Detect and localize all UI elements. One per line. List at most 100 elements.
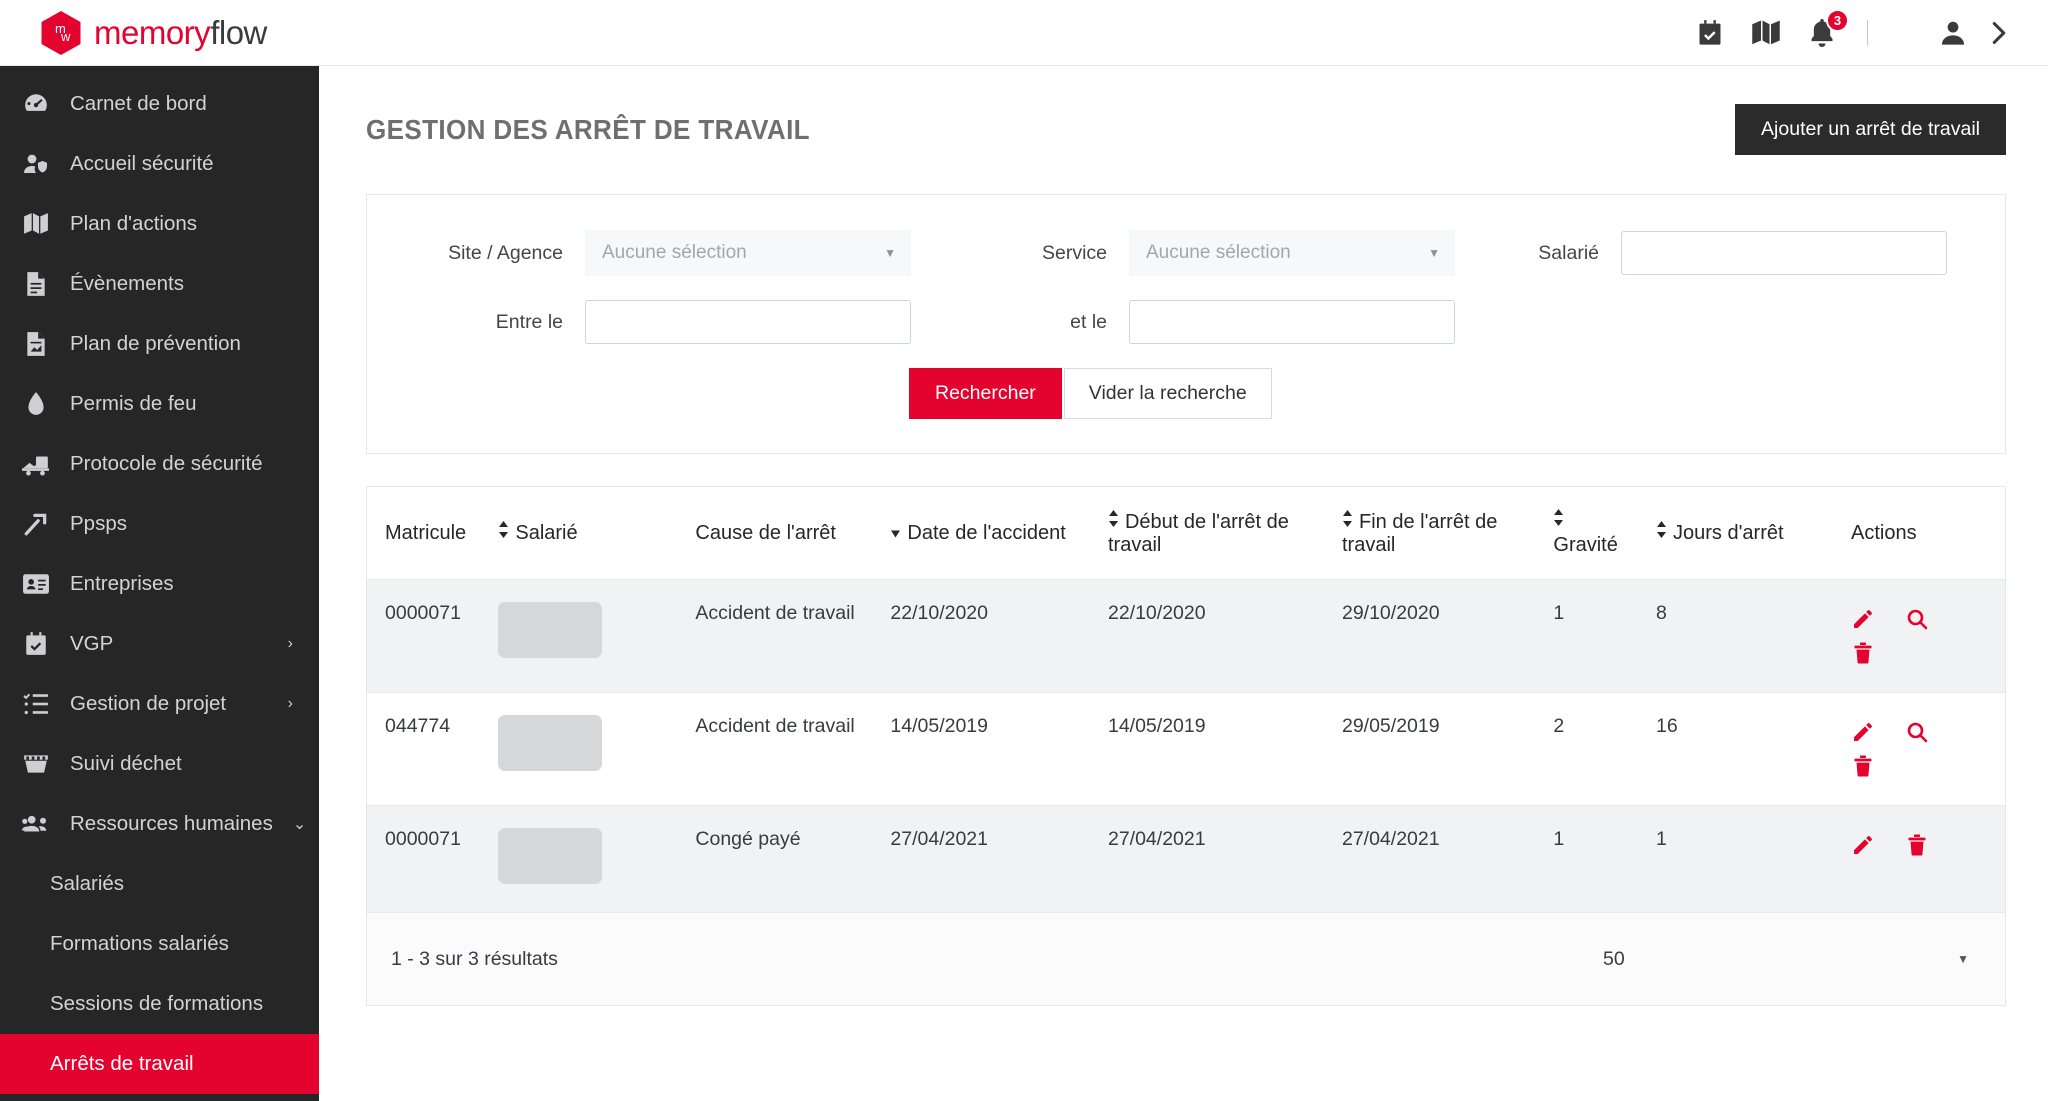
sidebar-item-protocole-de-securite[interactable]: Protocole de sécurité	[0, 434, 319, 494]
top-bar-divider	[1867, 19, 1868, 46]
col-debut-arret[interactable]: Début de l'arrêt de travail	[1107, 487, 1342, 580]
col-gravite[interactable]: Gravité	[1553, 487, 1657, 580]
col-salarie[interactable]: Salarié	[498, 487, 696, 580]
page-size-select[interactable]: 50 ▼	[1585, 939, 1975, 979]
brand-logo[interactable]: m w memoryflow	[0, 10, 267, 56]
col-jours-arret[interactable]: Jours d'arrêt	[1656, 487, 1852, 580]
clear-search-button[interactable]: Vider la recherche	[1063, 368, 1272, 419]
search-button[interactable]: Rechercher	[909, 368, 1062, 419]
sort-both-icon	[1108, 509, 1121, 533]
col-debut-arret-label: Début de l'arrêt de travail	[1107, 510, 1289, 556]
cell-cause: Congé payé	[695, 805, 891, 913]
col-actions-label: Actions	[1851, 521, 1917, 544]
sidebar-item-permis-de-feu[interactable]: Permis de feu	[0, 374, 319, 434]
chevron-down-icon: ▼	[884, 246, 896, 260]
date-to-input[interactable]	[1129, 300, 1455, 344]
col-fin-arret[interactable]: Fin de l'arrêt de travail	[1341, 487, 1554, 580]
site-agence-select[interactable]: Aucune sélection ▼	[585, 230, 911, 276]
delete-icon[interactable]	[1851, 636, 1875, 670]
sidebar-item-entreprises[interactable]: Entreprises	[0, 554, 319, 614]
hammer-icon	[22, 511, 50, 537]
sidebar-subitem-label: Formations salariés	[50, 932, 229, 955]
sidebar-item-sessions-de-formations[interactable]: Sessions de formations	[0, 974, 319, 1034]
delete-icon[interactable]	[1905, 828, 1929, 862]
et-le-label: et le	[1070, 310, 1107, 333]
user-menu[interactable]	[1938, 18, 2014, 48]
svg-text:w: w	[60, 29, 71, 44]
cell-actions	[1851, 579, 2005, 693]
sidebar-item-arrets-de-travail[interactable]: Arrêts de travail	[0, 1034, 319, 1094]
chevron-right-icon[interactable]	[1984, 18, 2014, 48]
sidebar-item-accueil-securite[interactable]: Accueil sécurité	[0, 134, 319, 194]
col-cause[interactable]: Cause de l'arrêt	[695, 487, 891, 580]
sidebar-item-evenements[interactable]: Évènements	[0, 254, 319, 314]
col-gravite-label: Gravité	[1553, 534, 1618, 556]
sidebar-item-plan-dactions[interactable]: Plan d'actions	[0, 194, 319, 254]
map-icon[interactable]	[1751, 18, 1781, 48]
table-head: Matricule Salarié Cause de l'arrêt Date …	[367, 487, 2005, 580]
sidebar-item-carnet-de-bord[interactable]: Carnet de bord	[0, 74, 319, 134]
cell-jours-arret: 1	[1656, 805, 1852, 913]
chevron-right-icon: ›	[287, 695, 293, 712]
table-row[interactable]: 044774 Accident de travail 14/05/2019 14…	[367, 692, 2005, 806]
col-date-accident[interactable]: Date de l'accident	[890, 487, 1108, 580]
sidebar-item-label: Évènements	[70, 272, 184, 295]
service-label: Service	[1041, 241, 1107, 264]
sidebar-item-vgp[interactable]: VGP ›	[0, 614, 319, 674]
service-select[interactable]: Aucune sélection ▼	[1129, 230, 1455, 276]
cell-salarie	[498, 805, 696, 913]
col-date-accident-label: Date de l'accident	[907, 522, 1066, 544]
cell-matricule: 044774	[367, 692, 499, 806]
brand-name-part2: flow	[210, 13, 267, 51]
sidebar-item-salaries[interactable]: Salariés	[0, 854, 319, 914]
salarie-input[interactable]	[1621, 231, 1947, 275]
document-icon	[22, 271, 50, 297]
sidebar-item-gestion-de-projet[interactable]: Gestion de projet ›	[0, 674, 319, 734]
delete-icon[interactable]	[1851, 749, 1875, 783]
user-icon[interactable]	[1938, 18, 1968, 48]
sidebar-item-ppsps[interactable]: Ppsps	[0, 494, 319, 554]
search-icon[interactable]	[1905, 715, 1929, 749]
sidebar-item-label: VGP	[70, 632, 114, 655]
sidebar-item-formations-salaries[interactable]: Formations salariés	[0, 914, 319, 974]
sidebar-item-label: Entreprises	[70, 572, 174, 595]
col-matricule[interactable]: Matricule	[367, 487, 499, 580]
table-header-row: Matricule Salarié Cause de l'arrêt Date …	[367, 487, 2005, 580]
sidebar-item-ressources-humaines[interactable]: Ressources humaines ⌄	[0, 794, 319, 854]
search-icon[interactable]	[1905, 602, 1929, 636]
cell-date-accident: 22/10/2020	[890, 579, 1108, 693]
add-arret-button[interactable]: Ajouter un arrêt de travail	[1735, 104, 2006, 155]
calendar-check-icon[interactable]	[1695, 18, 1725, 48]
top-bar: m w memoryflow 3	[0, 0, 2048, 66]
brand-name-part1: memory	[94, 13, 211, 51]
dumpster-icon	[22, 753, 50, 775]
col-actions: Actions	[1851, 487, 2005, 580]
cell-gravite: 1	[1553, 579, 1657, 693]
edit-icon[interactable]	[1851, 715, 1875, 749]
col-salarie-label: Salarié	[515, 522, 578, 544]
cell-actions	[1851, 805, 2005, 913]
main-content: GESTION DES ARRÊT DE TRAVAIL Ajouter un …	[319, 66, 2048, 1101]
sidebar-item-suivi-dechet[interactable]: Suivi déchet	[0, 734, 319, 794]
bell-icon[interactable]: 3	[1807, 8, 1849, 48]
cell-debut-arret: 14/05/2019	[1107, 692, 1342, 806]
brand-name: memoryflow	[94, 14, 267, 52]
cell-fin-arret: 29/10/2020	[1341, 579, 1554, 693]
filter-row-1: Site / Agence Aucune sélection ▼ Service…	[367, 230, 2005, 276]
row-actions	[1851, 602, 1943, 670]
table-row[interactable]: 0000071 Accident de travail 22/10/2020 2…	[367, 579, 2005, 693]
edit-icon[interactable]	[1851, 828, 1875, 862]
results-count: 1 - 3 sur 3 résultats	[391, 947, 558, 970]
document-chart-icon	[22, 331, 50, 357]
table-row[interactable]: 0000071 Congé payé 27/04/2021 27/04/2021…	[367, 805, 2005, 913]
sidebar-item-plan-de-prevention[interactable]: Plan de prévention	[0, 314, 319, 374]
edit-icon[interactable]	[1851, 602, 1875, 636]
date-from-input[interactable]	[585, 300, 911, 344]
cell-debut-arret: 22/10/2020	[1107, 579, 1342, 693]
hexagon-logo-icon: m w	[40, 10, 82, 56]
salarie-label: Salarié	[1538, 241, 1599, 264]
sidebar-item-label: Ressources humaines	[70, 812, 273, 835]
cell-cause: Accident de travail	[695, 579, 891, 693]
truck-icon	[22, 452, 50, 476]
sidebar-subitem-label: Arrêts de travail	[50, 1052, 194, 1075]
